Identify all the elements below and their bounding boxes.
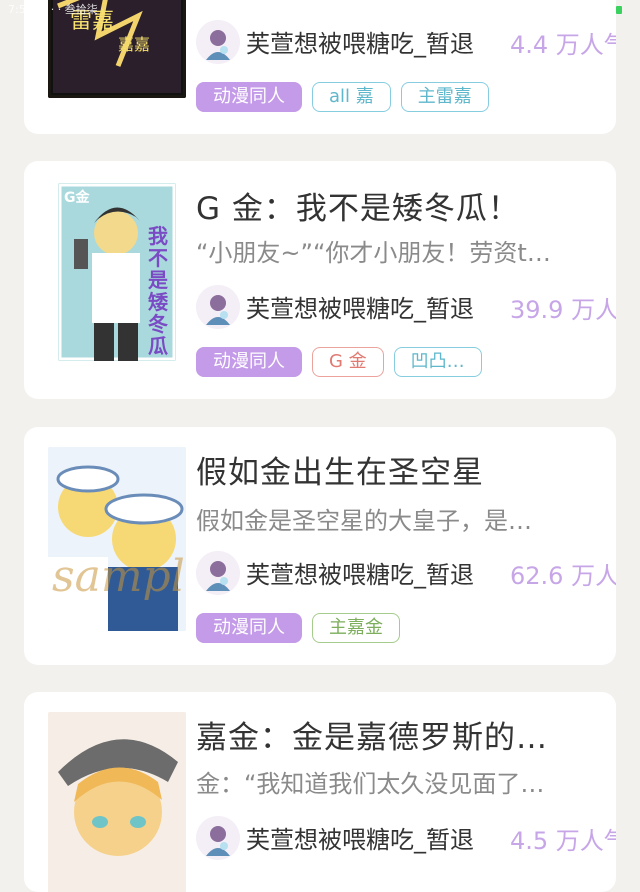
book-title[interactable]: 假如金出生在圣空星 (196, 447, 596, 492)
author-name: 芙萱想被喂糖吃_暂退 (246, 30, 474, 58)
author-avatar (196, 285, 240, 329)
book-cover[interactable] (48, 712, 186, 892)
author-avatar (196, 20, 240, 64)
author-row[interactable]: 芙萱想被喂糖吃_暂退 4.5 万人气 (196, 816, 616, 860)
author-avatar (196, 551, 240, 595)
book-description: 金：“我知道我们太久没见面了… (196, 770, 545, 798)
author-name: 芙萱想被喂糖吃_暂退 (246, 561, 474, 589)
book-description: 假如金是圣空星的大皇子，是… (196, 507, 532, 535)
book-cover[interactable]: sample (48, 447, 186, 631)
author-name: 芙萱想被喂糖吃_暂退 (246, 826, 474, 854)
tag-genre[interactable]: 动漫同人 (196, 82, 302, 112)
cover-vertical-text: 我不是矮冬瓜 (148, 224, 168, 358)
book-card[interactable]: G金 我不是矮冬瓜 G 金：我不是矮冬瓜！ “小朋友~”“你才小朋友！劳资t… … (24, 161, 616, 399)
tag-list: 动漫同人 G 金凹凸… (196, 347, 492, 379)
tag-genre[interactable]: 动漫同人 (196, 347, 302, 377)
status-bar: 7:58 … · · 叁拾柒 (0, 0, 640, 20)
author-row[interactable]: 芙萱想被喂糖吃_暂退 4.4 万人气 (196, 20, 616, 64)
book-title[interactable]: G 金：我不是矮冬瓜！ (196, 183, 596, 228)
author-name: 芙萱想被喂糖吃_暂退 (246, 295, 474, 323)
cover-art-image (48, 712, 186, 892)
tag-list: 动漫同人 all 嘉主雷嘉 (196, 82, 499, 114)
book-cover[interactable]: G金 我不是矮冬瓜 (58, 183, 176, 361)
popularity: 4.5 万人气 (510, 827, 616, 855)
book-description: “小朋友~”“你才小朋友！劳资t… (196, 239, 551, 267)
tag[interactable]: G 金 (312, 347, 384, 377)
popularity: 39.9 万人气 (510, 296, 616, 324)
tag[interactable]: 凹凸… (393, 347, 482, 377)
popularity: 4.4 万人气 (510, 31, 616, 59)
status-text: 7:58 … · · 叁拾柒 (8, 3, 98, 16)
book-title[interactable]: 嘉金：金是嘉德罗斯的… (196, 712, 596, 757)
tag-list: 动漫同人 主嘉金 (196, 613, 410, 645)
cover-art-image (48, 447, 186, 631)
tag[interactable]: all 嘉 (312, 82, 391, 112)
battery-icon (616, 6, 622, 14)
tag-genre[interactable]: 动漫同人 (196, 613, 302, 643)
cover-watermark: sample (52, 551, 186, 602)
cover-corner-text: G金 (64, 190, 90, 206)
author-row[interactable]: 芙萱想被喂糖吃_暂退 39.9 万人气 (196, 285, 616, 329)
book-card[interactable]: sample 假如金出生在圣空星 假如金是圣空星的大皇子，是… 芙萱想被喂糖吃_… (24, 427, 616, 665)
svg-text:嘉嘉: 嘉嘉 (118, 35, 150, 54)
author-avatar (196, 816, 240, 860)
author-row[interactable]: 芙萱想被喂糖吃_暂退 62.6 万人气 (196, 551, 616, 595)
popularity: 62.6 万人气 (510, 562, 616, 590)
book-card[interactable]: 嘉金：金是嘉德罗斯的… 金：“我知道我们太久没见面了… 芙萱想被喂糖吃_暂退 4… (24, 692, 616, 892)
book-card[interactable]: 雷嘉 嘉嘉 芙萱想被喂糖吃_暂退 4.4 万人气 动漫同人 all 嘉主雷嘉 (24, 0, 616, 134)
tag[interactable]: 主雷嘉 (400, 82, 489, 112)
tag[interactable]: 主嘉金 (312, 613, 400, 643)
